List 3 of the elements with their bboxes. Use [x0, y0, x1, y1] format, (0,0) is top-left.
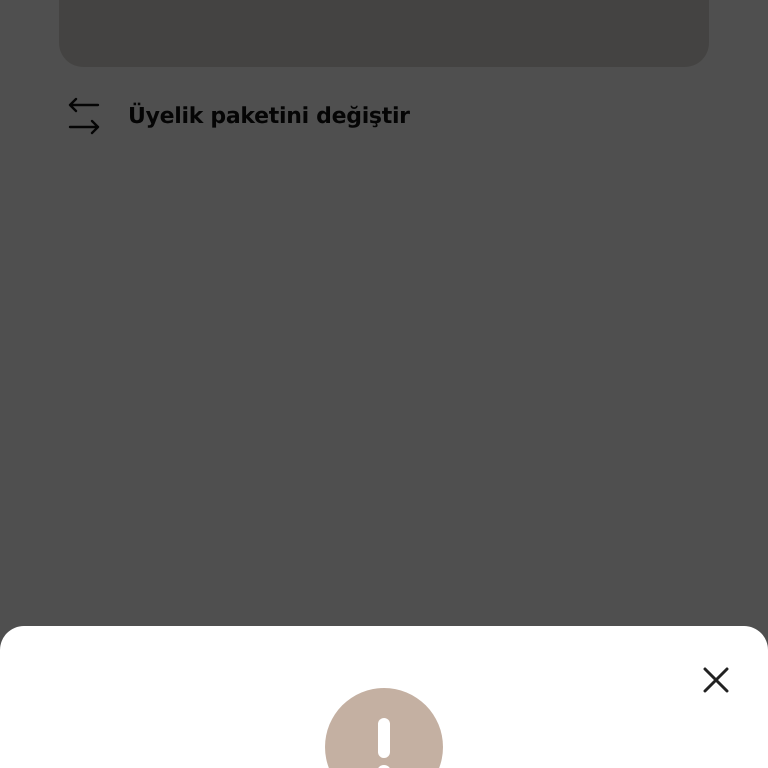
swap-icon	[68, 97, 100, 135]
close-button[interactable]	[702, 666, 730, 694]
menu-item-label[interactable]: Üyelik paketini değiştir	[128, 104, 410, 128]
